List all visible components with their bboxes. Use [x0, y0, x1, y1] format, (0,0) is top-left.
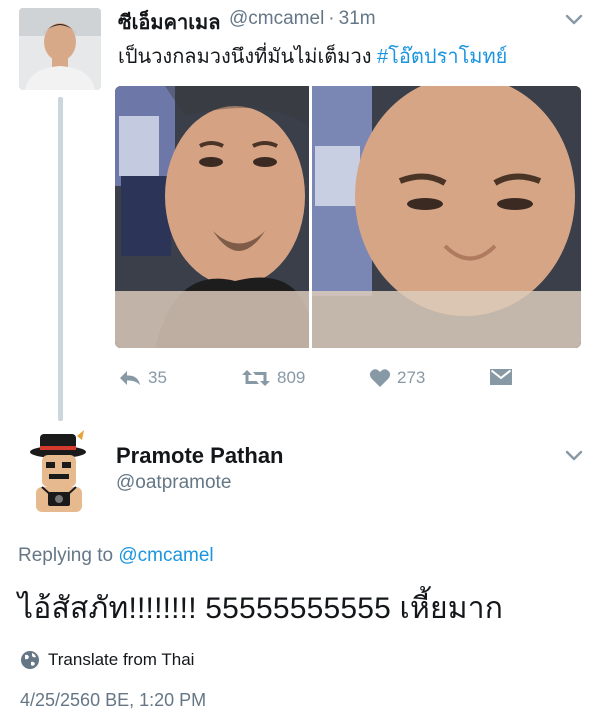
retweet-count: 809: [277, 368, 306, 387]
thread-connector: [58, 97, 63, 421]
reply-author-avatar[interactable]: [22, 430, 96, 512]
translate-button[interactable]: Translate from Thai: [20, 650, 194, 670]
like-button[interactable]: 273: [369, 368, 425, 388]
replying-prefix: Replying to: [18, 545, 119, 566]
reply-author-name[interactable]: Pramote Pathan: [116, 443, 284, 469]
retweet-icon: [242, 370, 270, 386]
tweet-text: เป็นวงกลมวงนึงที่มันไม่เต็มวง #โอ๊ตปราโม…: [118, 40, 507, 72]
replying-to-line: Replying to @cmcamel: [18, 545, 214, 567]
reply-icon: [120, 371, 140, 385]
chevron-down-icon[interactable]: [565, 14, 583, 26]
direct-message-button[interactable]: [490, 368, 512, 386]
reply-tweet-text: ไอ้สัสภัท!!!!!!!! 55555555555 เหี้ยมาก: [18, 592, 504, 625]
chevron-down-icon[interactable]: [565, 450, 583, 462]
envelope-icon: [490, 369, 512, 385]
reply-button[interactable]: 35: [118, 368, 167, 388]
author-handle[interactable]: @cmcamel: [229, 8, 324, 29]
reply-author-handle[interactable]: @oatpramote: [116, 472, 231, 494]
author-avatar[interactable]: [19, 8, 101, 90]
globe-icon: [21, 651, 39, 669]
like-count: 273: [397, 368, 426, 387]
cartoon-avatar: [30, 430, 86, 512]
translate-label: Translate from Thai: [48, 650, 195, 669]
hashtag-link[interactable]: #โอ๊ตปราโมทย์: [377, 46, 507, 68]
avatar-photo: [19, 8, 101, 90]
author-name[interactable]: ซีเอ็มคาเมล: [118, 6, 221, 38]
meta-separator: ·: [328, 8, 335, 29]
tweet-meta: @cmcamel · 31m: [229, 8, 376, 30]
replying-mention-link[interactable]: @cmcamel: [118, 545, 213, 566]
retweet-button[interactable]: 809: [241, 368, 305, 388]
tweet-body: เป็นวงกลมวงนึงที่มันไม่เต็มวง: [118, 46, 378, 68]
tweet-timestamp[interactable]: 4/25/2560 BE, 1:20 PM: [20, 690, 206, 711]
heart-icon: [369, 369, 391, 387]
tweet-media[interactable]: [115, 86, 581, 348]
media-photo: [115, 86, 581, 348]
reply-count: 35: [148, 368, 167, 387]
tweet-time[interactable]: 31m: [339, 8, 376, 29]
